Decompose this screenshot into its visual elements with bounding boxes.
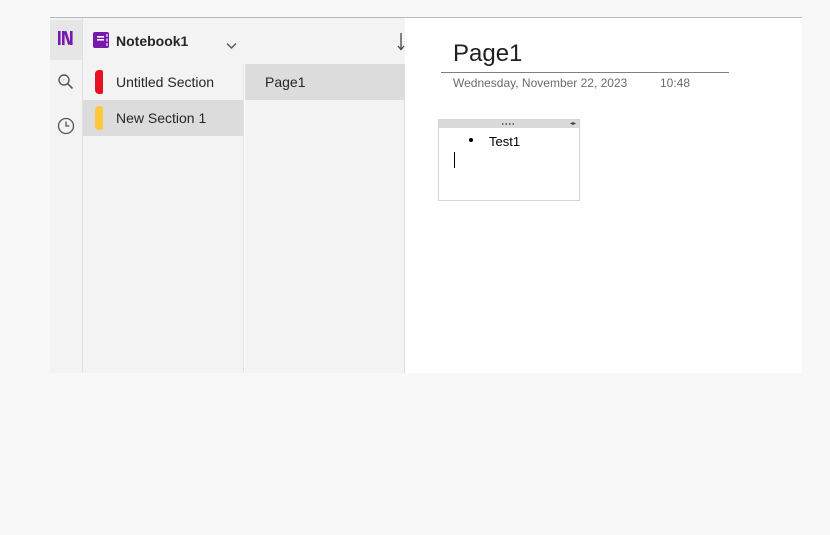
chevron-down-icon[interactable] xyxy=(226,37,237,55)
section-color-tab xyxy=(95,70,103,94)
section-item-untitled-section[interactable]: Untitled Section xyxy=(83,64,243,100)
section-color-tab xyxy=(95,106,103,130)
navigation-rail xyxy=(50,18,83,373)
page-date: Wednesday, November 22, 2023 xyxy=(453,76,628,90)
clock-icon xyxy=(57,117,75,140)
notebook-header: Notebook1 xyxy=(83,18,415,64)
page-time: 10:48 xyxy=(660,76,691,90)
note-container[interactable]: ◂▸ Test1 xyxy=(438,119,580,201)
page-item-page1[interactable]: Page1 xyxy=(245,64,404,100)
notebooks-button[interactable] xyxy=(50,20,82,60)
resize-arrows-icon[interactable]: ◂▸ xyxy=(570,121,576,127)
title-divider xyxy=(441,72,729,73)
page-title[interactable]: Page1 xyxy=(453,40,522,68)
notebook-name[interactable]: Notebook1 xyxy=(116,33,188,49)
drag-handle-icon[interactable] xyxy=(501,123,515,125)
onenote-window: Notebook1 Untitled Section New Section 1… xyxy=(50,17,802,373)
recent-button[interactable] xyxy=(50,108,82,148)
search-button[interactable] xyxy=(50,64,82,104)
note-bullet-text[interactable]: Test1 xyxy=(489,134,520,149)
section-label: Untitled Section xyxy=(116,74,215,90)
notebook-icon xyxy=(92,31,110,54)
section-label: New Section 1 xyxy=(116,110,207,126)
library-icon xyxy=(57,29,75,52)
section-item-new-section-1[interactable]: New Section 1 xyxy=(83,100,243,136)
note-container-handle[interactable]: ◂▸ xyxy=(439,120,579,128)
sections-list: Untitled Section New Section 1 xyxy=(83,64,244,373)
page-label: Page1 xyxy=(265,74,306,90)
pages-list: Page1 xyxy=(245,64,405,373)
page-canvas[interactable]: Page1 Wednesday, November 22, 2023 10:48… xyxy=(405,18,802,373)
bullet-icon xyxy=(469,138,473,142)
text-cursor xyxy=(454,152,455,168)
search-icon xyxy=(57,73,75,96)
